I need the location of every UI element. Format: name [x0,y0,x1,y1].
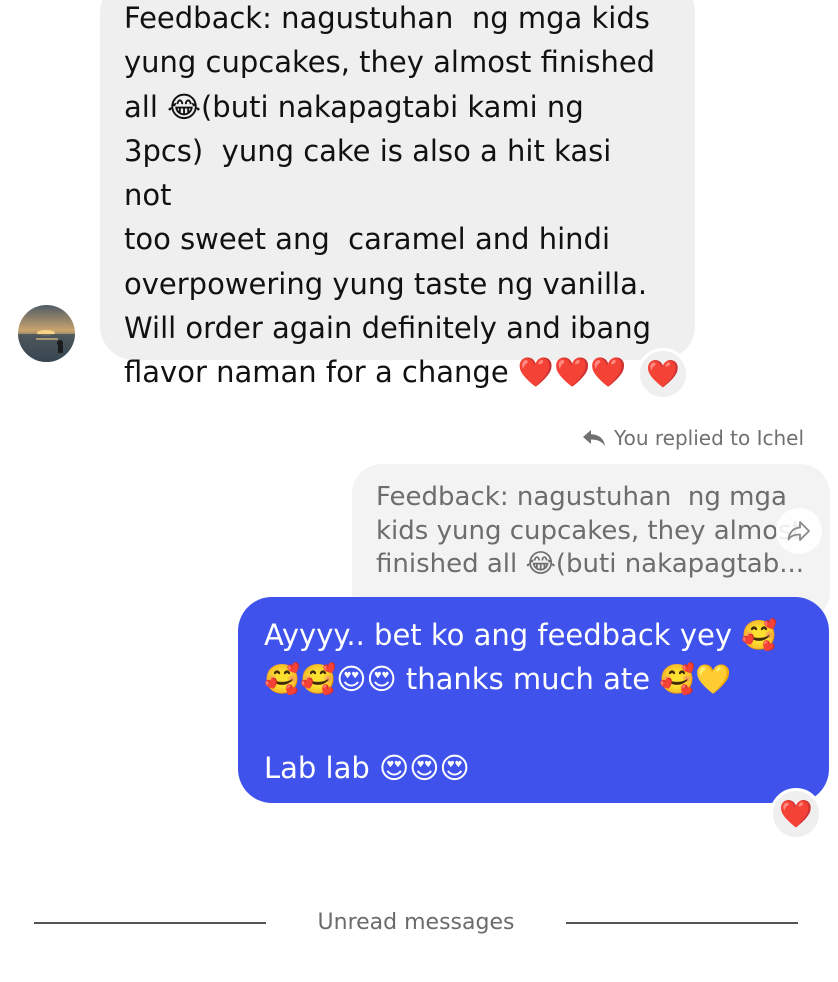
unread-messages-divider: Unread messages [0,908,838,938]
incoming-message-text: Feedback: nagustuhan ng mga kids yung cu… [124,1,656,390]
reply-header-text: You replied to Ichel [614,426,804,450]
heart-reaction-icon[interactable]: ❤️ [637,348,689,400]
divider-line-left [34,922,266,924]
unread-messages-label: Unread messages [317,910,515,935]
share-arrow-icon [787,521,810,541]
incoming-message-bubble[interactable]: Feedback: nagustuhan ng mga kids yung cu… [100,0,695,389]
outgoing-message-text: Ayyyy.. bet ko ang feedback yey 🥰 🥰🥰😍😍 t… [264,618,778,785]
reply-arrow-icon [583,430,606,446]
outgoing-message-bubble[interactable]: Ayyyy.. bet ko ang feedback yey 🥰 🥰🥰😍😍 t… [238,597,829,803]
heart-reaction-icon[interactable]: ❤️ [770,788,822,840]
share-button[interactable] [776,508,822,554]
avatar[interactable] [18,305,75,362]
sunset-avatar-image [18,305,75,362]
reply-header: You replied to Ichel [582,426,804,450]
divider-line-right [566,922,798,924]
quoted-message-text: Feedback: nagustuhan ng mga kids yung cu… [376,482,805,580]
